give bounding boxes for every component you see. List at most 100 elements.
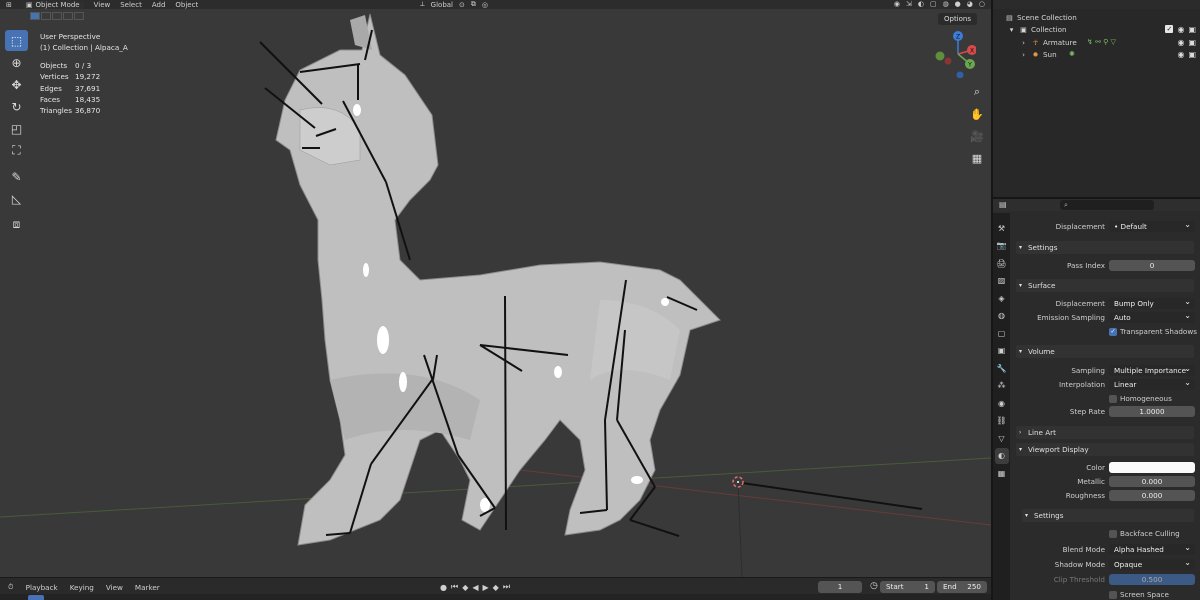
proportional-icon[interactable]: ◎ (482, 1, 488, 9)
zoom-icon[interactable]: ⌕ (967, 84, 987, 100)
data-tab-icon[interactable]: ▽ (995, 430, 1009, 447)
current-frame-field[interactable]: 1 (818, 581, 862, 593)
expand-arrow-icon[interactable]: ▾ (1007, 25, 1016, 34)
measure-tool-icon[interactable]: ◺ (5, 188, 28, 209)
menu-select[interactable]: Select (120, 1, 142, 9)
pivot-icon[interactable]: ⊙ (459, 1, 465, 9)
outliner-item-armature[interactable]: › ☥ Armature ↯ ⚯ ⚲ ▽ ◉ ▣ (993, 36, 1200, 48)
jump-start-icon[interactable]: ⏮ (451, 582, 458, 592)
displacement-node-field[interactable]: • Default (1109, 219, 1195, 232)
constraints-tab-icon[interactable]: ⛓ (995, 413, 1009, 430)
render-tab-icon[interactable]: 📷 (995, 238, 1009, 255)
shading-material-icon[interactable]: ◕ (967, 0, 973, 8)
eye-icon[interactable]: ◉ (1177, 38, 1184, 47)
menu-view[interactable]: View (94, 1, 111, 9)
timeline-ruler[interactable] (0, 594, 991, 600)
move-tool-icon[interactable]: ✥ (5, 74, 28, 95)
menu-playback[interactable]: Playback (26, 583, 58, 592)
metallic-field[interactable]: 0.000 (1109, 476, 1195, 487)
transform-orientation-dropdown[interactable]: Global (431, 1, 453, 9)
record-icon[interactable]: ● (440, 583, 447, 592)
snap-icon[interactable]: ⧉ (471, 0, 476, 9)
backface-culling-checkbox[interactable] (1109, 530, 1117, 538)
light-data-icon[interactable]: ✺ (1069, 50, 1075, 58)
collection-checkbox[interactable]: ✓ (1165, 24, 1174, 33)
rotate-tool-icon[interactable]: ↻ (5, 96, 28, 117)
shading-wireframe-icon[interactable]: ◍ (943, 0, 949, 8)
prev-keyframe-icon[interactable]: ◆ (462, 583, 468, 592)
editor-type-icon[interactable]: ▤ (999, 200, 1007, 209)
transform-tool-icon[interactable]: ⛶ (5, 140, 28, 161)
camera-icon[interactable]: 🎥 (967, 128, 987, 144)
scene-tab-icon[interactable]: ◈ (995, 290, 1009, 307)
clip-threshold-field[interactable]: 0.500 (1109, 574, 1195, 585)
blend-mode-select[interactable]: Alpha Hashed (1109, 542, 1195, 555)
eye-icon[interactable]: ◉ (1177, 50, 1184, 59)
camera-render-icon[interactable]: ▣ (1188, 38, 1196, 47)
panel-volume[interactable]: ▾ Volume (1016, 345, 1194, 358)
3d-viewport[interactable]: ⊞ ▣ Object Mode View Select Add Object ⟂ … (0, 0, 991, 577)
cursor-tool-icon[interactable]: ⊕ (5, 52, 28, 73)
modifier-tab-icon[interactable]: 🔧 (995, 360, 1009, 377)
step-rate-field[interactable]: 1.0000 (1109, 406, 1195, 417)
pass-index-field[interactable]: 0 (1109, 260, 1195, 271)
panel-surface[interactable]: ▾ Surface (1016, 279, 1194, 292)
menu-object[interactable]: Object (175, 1, 198, 9)
overlay-icon[interactable]: ◐ (918, 0, 924, 8)
view-layer-tab-icon[interactable]: ▨ (995, 273, 1009, 290)
roughness-field[interactable]: 0.000 (1109, 490, 1195, 501)
menu-timeline-view[interactable]: View (106, 583, 123, 592)
texture-tab-icon[interactable]: ▦ (995, 465, 1009, 482)
shading-solid-icon[interactable]: ● (955, 0, 961, 8)
particles-tab-icon[interactable]: ⁂ (995, 378, 1009, 395)
panel-settings[interactable]: ▾ Settings (1016, 241, 1194, 254)
shadow-mode-select[interactable]: Opaque (1109, 557, 1195, 570)
visibility-icon[interactable]: ◉ (894, 0, 900, 8)
panel-viewport-display[interactable]: ▾ Viewport Display (1016, 443, 1194, 456)
homogeneous-checkbox[interactable] (1109, 395, 1117, 403)
output-tab-icon[interactable]: 🖨 (995, 255, 1009, 272)
expand-arrow-icon[interactable]: › (1019, 50, 1028, 59)
panel-line-art[interactable]: › Line Art (1016, 426, 1194, 439)
gizmo-icon[interactable]: ⇲ (906, 0, 912, 8)
playhead[interactable] (28, 595, 44, 600)
play-icon[interactable]: ▶ (483, 583, 489, 592)
menu-add[interactable]: Add (152, 1, 166, 9)
volume-sampling-select[interactable]: Multiple Importance (1109, 363, 1195, 376)
material-tab-icon[interactable]: ◐ (994, 447, 1009, 464)
collection-tab-icon[interactable]: ▢ (995, 325, 1009, 342)
physics-tab-icon[interactable]: ◉ (995, 395, 1009, 412)
properties-search-input[interactable]: ⌕ (1060, 200, 1154, 210)
menu-keying[interactable]: Keying (70, 583, 94, 592)
scene-canvas[interactable] (0, 9, 991, 577)
tool-tab-icon[interactable]: ⚒ (995, 220, 1009, 237)
pan-hand-icon[interactable]: ✋ (967, 106, 987, 122)
expand-arrow-icon[interactable]: › (1019, 38, 1028, 47)
start-frame-field[interactable]: Start 1 (880, 581, 935, 593)
interpolation-select[interactable]: Linear (1109, 377, 1195, 390)
select-box-icon[interactable]: ⬚ (5, 30, 28, 51)
transparent-shadows-checkbox[interactable]: ✓ (1109, 328, 1117, 336)
annotate-tool-icon[interactable]: ✎ (5, 166, 28, 187)
viewport-color-swatch[interactable] (1109, 462, 1195, 473)
scale-tool-icon[interactable]: ◰ (5, 118, 28, 139)
panel-viewport-settings[interactable]: ▾ Settings (1022, 509, 1194, 522)
object-tab-icon[interactable]: ▣ (995, 343, 1009, 360)
grid-toggle-icon[interactable]: ▦ (967, 150, 987, 166)
end-frame-field[interactable]: End 250 (937, 581, 987, 593)
screen-space-refraction-checkbox[interactable] (1109, 591, 1117, 599)
emission-sampling-select[interactable]: Auto (1109, 310, 1195, 323)
editor-type-icon[interactable]: ⊞ (6, 1, 12, 9)
mode-dropdown[interactable]: ▣ Object Mode (21, 0, 84, 9)
next-keyframe-icon[interactable]: ◆ (493, 583, 499, 592)
displacement-method-select[interactable]: Bump Only (1109, 296, 1195, 309)
play-reverse-icon[interactable]: ◀ (472, 583, 478, 592)
outliner-item-collection[interactable]: ▾ ▣ Collection ✓ ◉ ▣ (993, 23, 1200, 35)
menu-marker[interactable]: Marker (135, 583, 160, 592)
timeline-editor-icon[interactable]: ⏱ (8, 582, 14, 592)
shading-rendered-icon[interactable]: ○ (979, 0, 985, 8)
armature-data-icons[interactable]: ↯ ⚯ ⚲ ▽ (1087, 38, 1116, 46)
clock-icon[interactable]: ◷ (870, 581, 878, 591)
camera-render-icon[interactable]: ▣ (1188, 50, 1196, 59)
outliner-item-scene-collection[interactable]: ▤ Scene Collection (993, 11, 1200, 23)
